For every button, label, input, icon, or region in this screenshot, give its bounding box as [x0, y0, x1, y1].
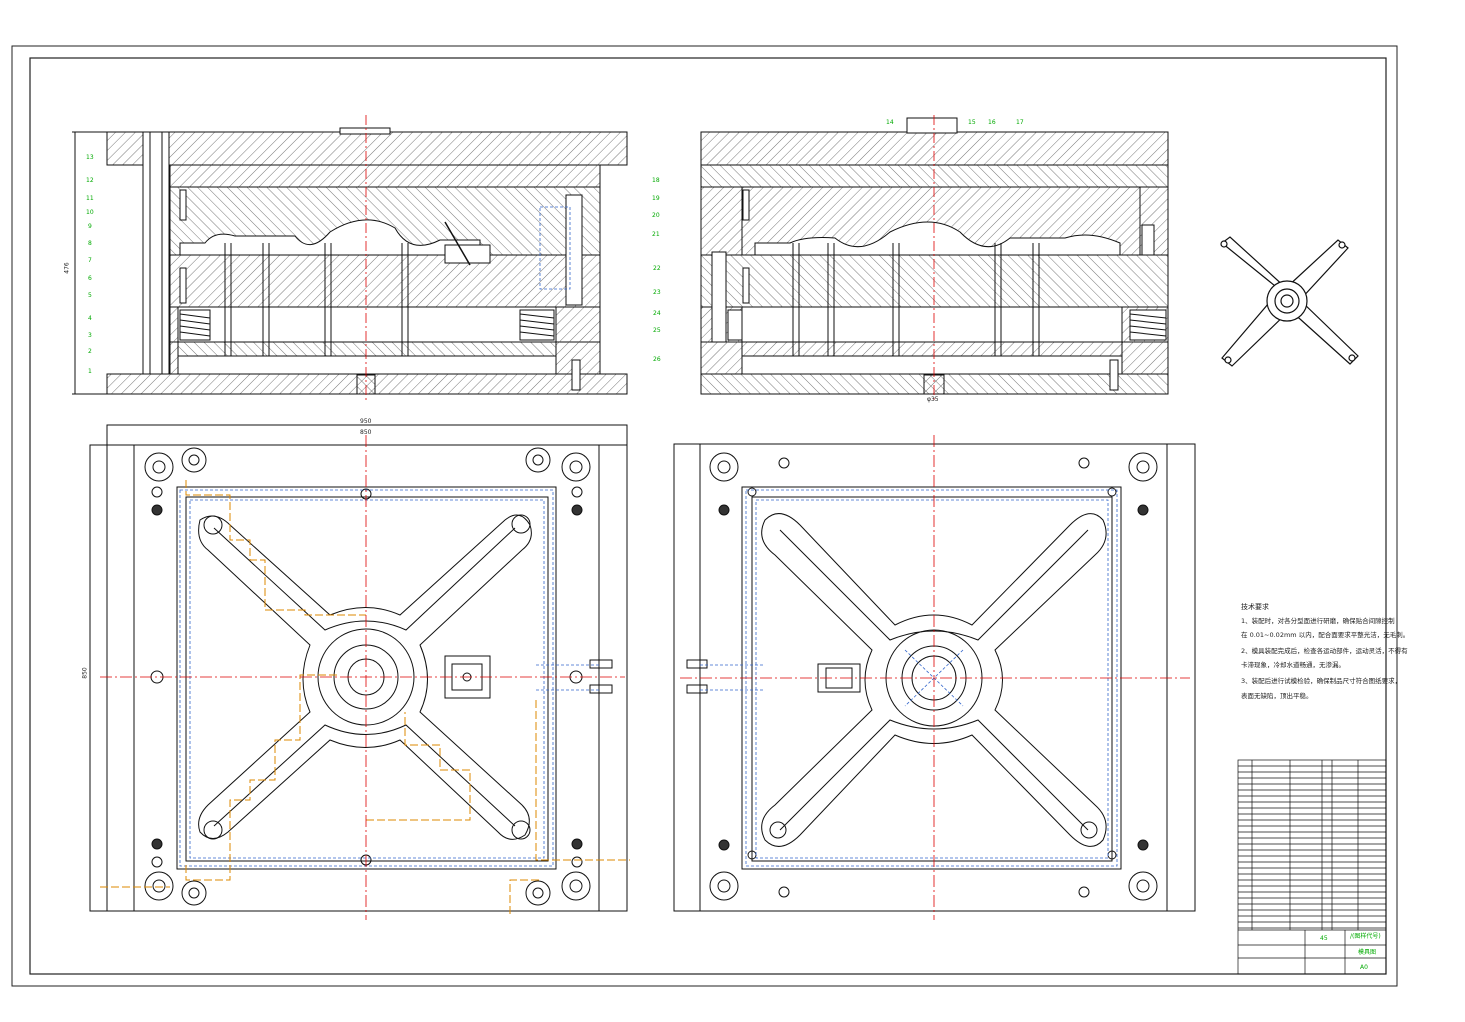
part-label-1: 1 — [88, 368, 92, 375]
part-label-9: 9 — [88, 223, 92, 230]
dimension-height: 850 — [81, 667, 89, 679]
dimension-width-inner: 850 — [360, 429, 372, 436]
title-material: 45 — [1320, 935, 1328, 942]
part-label-11: 11 — [86, 195, 94, 202]
part-label-13: 13 — [86, 154, 94, 161]
part-label-19: 19 — [652, 195, 660, 202]
title-name: 模具图 — [1358, 949, 1377, 956]
part-label-26: 26 — [653, 356, 661, 363]
dimension-section-height: 476 — [63, 262, 71, 274]
part-label-18: 18 — [652, 177, 660, 184]
tech-line-1: 1、装配时，对各分型面进行研磨，确保贴合间隙控制 — [1241, 617, 1395, 625]
drawing-sheet: 1 2 3 4 5 6 7 8 9 10 11 12 13 18 19 20 2… — [0, 0, 1465, 1018]
part-label-6: 6 — [88, 275, 92, 282]
part-label-12: 12 — [86, 177, 94, 184]
part-label-25: 25 — [653, 327, 661, 334]
part-label-2: 2 — [88, 348, 92, 355]
tech-line-3: 2、模具装配完成后，检查各运动部件，运动灵活，不得有 — [1241, 647, 1408, 655]
left-plan-view — [89, 424, 628, 912]
part-label-7: 7 — [88, 257, 92, 264]
title-scale: A0 — [1360, 964, 1368, 971]
part-label-14: 14 — [886, 119, 894, 126]
tech-title: 技术要求 — [1241, 603, 1269, 611]
part-label-16: 16 — [988, 119, 996, 126]
tech-line-4: 卡滞现象，冷却水道畅通，无渗漏。 — [1241, 661, 1345, 669]
part-label-8: 8 — [88, 240, 92, 247]
part-label-22: 22 — [653, 265, 661, 272]
bom-table — [1237, 759, 1387, 975]
part-label-20: 20 — [652, 212, 660, 219]
part-label-21: 21 — [652, 231, 660, 238]
dimension-sprue: φ35 — [927, 396, 939, 403]
part-label-23: 23 — [653, 289, 661, 296]
mold-assembly-drawing — [11, 45, 1398, 987]
tech-line-6: 表面无缺陷，顶出平稳。 — [1241, 692, 1313, 700]
part-label-4: 4 — [88, 315, 92, 322]
product-view — [1220, 236, 1359, 367]
part-label-17: 17 — [1016, 119, 1024, 126]
part-label-5: 5 — [88, 292, 92, 299]
part-label-3: 3 — [88, 332, 92, 339]
tech-line-5: 3、装配后进行试模检验，确保制品尺寸符合图纸要求， — [1241, 677, 1402, 685]
part-label-15: 15 — [968, 119, 976, 126]
left-section-view — [72, 127, 628, 395]
part-label-24: 24 — [653, 310, 661, 317]
dimension-width-outer: 950 — [360, 418, 372, 425]
tech-line-2: 在 0.01~0.02mm 以内，配合面要求平整光洁，无毛刺。 — [1241, 631, 1410, 639]
part-label-10: 10 — [86, 209, 94, 216]
right-section-view — [700, 117, 1169, 395]
title-drawing-no: /(图样代号) — [1350, 933, 1381, 940]
